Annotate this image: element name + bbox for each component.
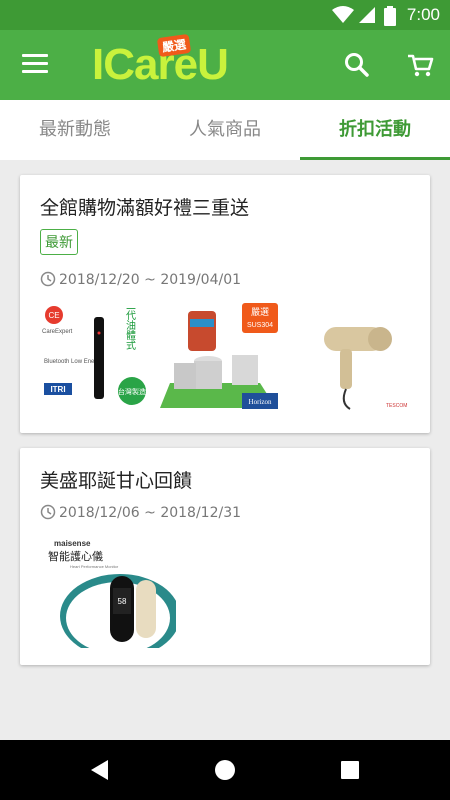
taiwan-made-seal: 台灣製造: [118, 387, 146, 396]
wifi-icon: [332, 6, 354, 23]
clock-icon: [40, 271, 56, 287]
promotion-card[interactable]: 全館購物滿額好禮三重送 最新 2018/12/20 ~ 2019/04/01 C…: [20, 175, 430, 433]
cart-icon[interactable]: [406, 52, 434, 78]
back-icon[interactable]: [90, 759, 110, 781]
tab-popular-products[interactable]: 人氣商品: [150, 100, 300, 160]
battery-icon: [384, 6, 396, 26]
product-name: 智能護心儀: [48, 549, 103, 563]
promotion-date-text: 2018/12/06 ~ 2018/12/31: [59, 505, 242, 521]
search-icon[interactable]: [344, 52, 370, 78]
promotion-date: 2018/12/20 ~ 2019/04/01: [40, 271, 241, 288]
new-badge: 最新: [40, 229, 78, 255]
promotion-title: 美盛耶誕甘心回饋: [40, 470, 193, 492]
signal-icon: [359, 7, 375, 23]
device-reading: 58: [118, 597, 127, 606]
promotion-banner-image: CE CareExpert Bluetooth Low Energy ITRI …: [40, 303, 412, 413]
recents-icon[interactable]: [340, 760, 360, 780]
banner-tag-sub: SUS304: [247, 322, 273, 329]
system-nav-bar: [0, 740, 450, 800]
promotion-date: 2018/12/06 ~ 2018/12/31: [40, 504, 241, 521]
tescom-brand: TESCOM: [386, 403, 407, 409]
menu-icon[interactable]: [22, 54, 48, 74]
tab-bar: 最新動態 人氣商品 折扣活動: [0, 100, 450, 160]
itri-label: ITRI: [50, 385, 65, 394]
ble-label: Bluetooth Low Energy: [44, 359, 103, 365]
promotion-title: 全館購物滿額好禮三重送: [40, 197, 250, 219]
promotion-date-text: 2018/12/20 ~ 2019/04/01: [59, 272, 242, 288]
clock: 7:00: [406, 5, 440, 24]
promotion-card[interactable]: 美盛耶誕甘心回饋 2018/12/06 ~ 2018/12/31 maisens…: [20, 448, 430, 665]
tab-latest-news[interactable]: 最新動態: [0, 100, 150, 160]
promotion-banner-image: maisense 智能護心儀 Heart Performance Monitor…: [40, 536, 176, 648]
tab-discounts[interactable]: 折扣活動: [300, 100, 450, 160]
app-bar: ICareU 嚴選: [0, 30, 450, 100]
clock-icon: [40, 504, 56, 520]
status-bar: 7:00: [0, 0, 450, 30]
logo: ICareU 嚴選: [92, 33, 229, 90]
product-subtitle: Heart Performance Monitor: [70, 564, 119, 569]
vertical-promo-text: 全新二代油體式: [124, 303, 136, 350]
maisense-brand: maisense: [54, 539, 91, 548]
horizon-brand: Horizon: [249, 398, 272, 406]
careexpert-label: CareExpert: [42, 329, 73, 335]
home-icon[interactable]: [214, 759, 236, 781]
banner-tag-top: 嚴選: [251, 307, 269, 318]
svg-text:CE: CE: [48, 311, 59, 320]
